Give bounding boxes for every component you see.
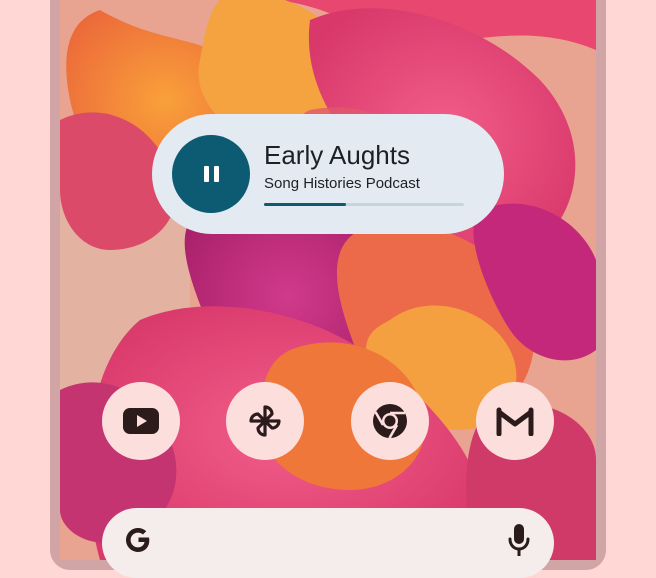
google-search-bar[interactable] bbox=[102, 508, 554, 578]
pause-icon bbox=[203, 166, 219, 182]
pause-button[interactable] bbox=[172, 135, 250, 213]
pinwheel-icon bbox=[249, 405, 281, 437]
home-screen bbox=[60, 0, 596, 560]
photos-app-icon[interactable] bbox=[226, 382, 304, 460]
flower-wallpaper bbox=[60, 0, 596, 560]
playback-progress-bar[interactable] bbox=[264, 203, 464, 206]
chrome-icon bbox=[373, 404, 407, 439]
google-g-icon bbox=[126, 528, 150, 552]
microphone-icon[interactable] bbox=[506, 522, 532, 562]
track-title: Early Aughts bbox=[264, 140, 410, 170]
chrome-app-icon[interactable] bbox=[351, 382, 429, 460]
playback-progress-fill bbox=[264, 203, 346, 206]
youtube-app-icon[interactable] bbox=[102, 382, 180, 460]
track-subtitle: Song Histories Podcast bbox=[264, 175, 420, 192]
phone-frame bbox=[50, 0, 606, 570]
media-player-widget[interactable]: Early Aughts Song Histories Podcast bbox=[152, 114, 504, 234]
gmail-app-icon[interactable] bbox=[476, 382, 554, 460]
gmail-icon bbox=[496, 407, 534, 436]
youtube-icon bbox=[123, 408, 159, 434]
